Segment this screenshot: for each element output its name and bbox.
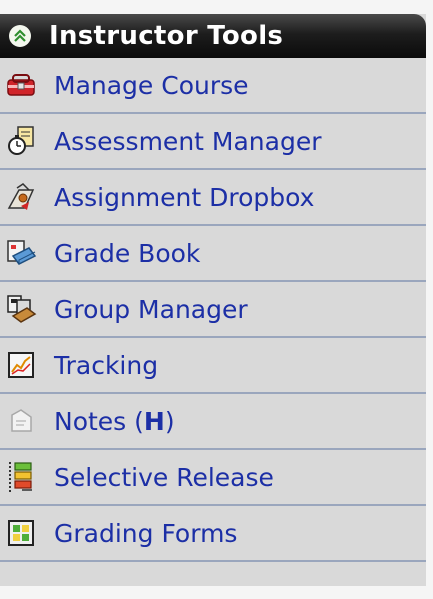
menu-item-tracking[interactable]: Tracking	[0, 338, 426, 394]
line-chart-icon	[4, 348, 38, 382]
panel-header: Instructor Tools	[0, 14, 426, 58]
notes-label-bold: H	[143, 406, 165, 436]
menu-item-selective-release[interactable]: Selective Release	[0, 450, 426, 506]
stopwatch-document-icon	[4, 124, 38, 158]
notes-icon	[4, 404, 38, 438]
tools-menu: Manage Course Assessment Manager Assignm…	[0, 58, 426, 562]
selective-release-icon	[4, 460, 38, 494]
grading-forms-icon	[4, 516, 38, 550]
menu-item-label[interactable]: Tracking	[54, 351, 158, 380]
instructor-tools-panel: Instructor Tools Manage Course Assessmen…	[0, 14, 426, 586]
toolbox-icon	[4, 68, 38, 102]
dropbox-icon	[4, 180, 38, 214]
menu-item-label[interactable]: Grade Book	[54, 239, 200, 268]
menu-item-label[interactable]: Group Manager	[54, 295, 248, 324]
menu-item-grading-forms[interactable]: Grading Forms	[0, 506, 426, 562]
menu-item-group-manager[interactable]: Group Manager	[0, 282, 426, 338]
menu-item-label[interactable]: Selective Release	[54, 463, 274, 492]
gradebook-icon	[4, 236, 38, 270]
menu-item-label[interactable]: Assignment Dropbox	[54, 183, 314, 212]
menu-item-grade-book[interactable]: Grade Book	[0, 226, 426, 282]
notes-label-end: )	[164, 406, 175, 436]
menu-item-label[interactable]: Grading Forms	[54, 519, 237, 548]
notes-label-text: Notes (	[54, 406, 144, 436]
menu-item-assignment-dropbox[interactable]: Assignment Dropbox	[0, 170, 426, 226]
panel-title: Instructor Tools	[49, 21, 284, 51]
double-chevron-up-icon[interactable]	[9, 25, 31, 47]
menu-item-label[interactable]: Manage Course	[54, 71, 249, 100]
menu-item-label[interactable]: Assessment Manager	[54, 127, 322, 156]
menu-item-manage-course[interactable]: Manage Course	[0, 58, 426, 114]
menu-item-notes[interactable]: Notes (H)	[0, 394, 426, 450]
menu-item-label[interactable]: Notes (H)	[54, 407, 175, 436]
group-books-icon	[4, 292, 38, 326]
menu-item-assessment-manager[interactable]: Assessment Manager	[0, 114, 426, 170]
